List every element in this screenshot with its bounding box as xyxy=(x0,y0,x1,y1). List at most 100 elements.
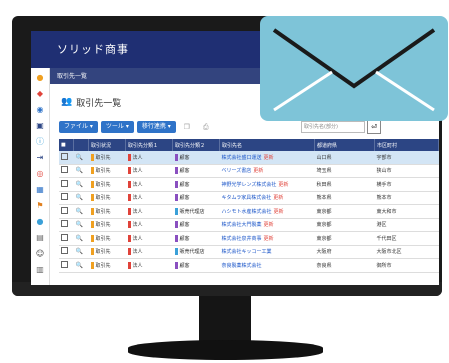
document-icon[interactable]: ▤ xyxy=(35,232,45,242)
table-row[interactable]: 🔍 取引先 法人 販売代理店 ハシモト水産株式会社 更新 東京都 東大和市 xyxy=(59,204,439,219)
city-cell: 横手市 xyxy=(374,177,439,192)
status-cell: 取引先 xyxy=(88,191,126,205)
view-icon[interactable]: 🔍 xyxy=(73,177,89,192)
table-row[interactable]: 🔍 取引先 法人 顧客 奈良製薬株式会社 奈良県 御所市 xyxy=(59,258,439,273)
view-icon[interactable]: 🔍 xyxy=(73,258,89,273)
header-name[interactable]: 取引先名 xyxy=(219,139,315,151)
view-icon[interactable]: 🔍 xyxy=(73,231,89,246)
city-cell: 東大和市 xyxy=(374,204,439,219)
table-row[interactable]: 🔍 取引先 法人 顧客 神野光学レンズ株式会社 更新 秋田県 横手市 xyxy=(59,177,439,192)
row-checkbox[interactable] xyxy=(59,191,74,205)
prefecture-cell: 奈良県 xyxy=(314,258,375,273)
header-prefecture[interactable]: 都道府県 xyxy=(314,139,375,151)
monitor-stand-neck xyxy=(199,296,251,344)
class2-cell: 販売代理店 xyxy=(172,245,220,259)
row-checkbox[interactable] xyxy=(59,164,74,178)
city-cell: 狭山市 xyxy=(374,164,439,178)
copy-icon[interactable]: ❐ xyxy=(179,121,195,133)
city-cell: 熊本市 xyxy=(374,191,439,205)
table-row[interactable]: 🔍 取引先 法人 顧客 株式会社盛口運送 更新 山口県 宇部市 xyxy=(59,151,439,165)
status-cell: 取引先 xyxy=(88,245,126,259)
class1-cell: 法人 xyxy=(125,204,173,219)
row-checkbox[interactable] xyxy=(59,258,74,273)
status-cell: 取引先 xyxy=(88,164,126,178)
target-icon[interactable]: ◎ xyxy=(35,168,45,178)
header-class1[interactable]: 取引先分類１ xyxy=(125,139,173,151)
person-icon[interactable]: ☺ xyxy=(35,248,45,258)
header-view xyxy=(73,139,89,151)
row-checkbox[interactable] xyxy=(59,204,74,219)
header-select[interactable]: ■ xyxy=(59,139,74,151)
view-icon[interactable]: 🔍 xyxy=(73,245,89,259)
tools-menu-button[interactable]: ツール ▾ xyxy=(100,121,134,133)
name-cell[interactable]: ベリーズ書店 更新 xyxy=(219,164,315,178)
row-checkbox[interactable] xyxy=(59,151,74,165)
archive-icon[interactable]: ▥ xyxy=(35,264,45,274)
table-row[interactable]: 🔍 取引先 法人 販売代理店 株式会社キッコー工業 大阪府 大阪市北区 xyxy=(59,245,439,259)
print-icon[interactable]: ⎙ xyxy=(198,121,214,133)
contacts-icon[interactable]: ▣ xyxy=(35,120,45,130)
header-status[interactable]: 取引状況 xyxy=(88,139,126,151)
name-cell[interactable]: 株式会社大門製薬 更新 xyxy=(219,218,315,232)
status-cell: 取引先 xyxy=(88,177,126,192)
view-icon[interactable]: 🔍 xyxy=(73,164,89,178)
globe-icon[interactable]: ● xyxy=(35,216,45,226)
name-cell[interactable]: 株式会社泉井商事 更新 xyxy=(219,231,315,246)
status-cell: 取引先 xyxy=(88,151,126,165)
mail-envelope-icon xyxy=(260,16,448,121)
view-icon[interactable]: 🔍 xyxy=(73,204,89,219)
name-cell[interactable]: 株式会社キッコー工業 xyxy=(219,245,315,259)
class2-cell: 顧客 xyxy=(172,218,220,232)
status-cell: 取引先 xyxy=(88,231,126,246)
monitor-stand-base xyxy=(128,340,323,360)
flag-icon[interactable]: ⚑ xyxy=(35,200,45,210)
name-cell[interactable]: 株式会社盛口運送 更新 xyxy=(219,151,315,165)
file-menu-button[interactable]: ファイル ▾ xyxy=(59,121,98,133)
name-cell[interactable]: キタムラ家具株式会社 更新 xyxy=(219,191,315,205)
table-row[interactable]: 🔍 取引先 法人 顧客 株式会社大門製薬 更新 東京都 港区 xyxy=(59,218,439,232)
name-cell[interactable]: 神野光学レンズ株式会社 更新 xyxy=(219,177,315,192)
search-input[interactable]: 取引先名(部分) xyxy=(301,121,365,133)
name-cell[interactable]: 奈良製薬株式会社 xyxy=(219,258,315,273)
city-cell: 大阪市北区 xyxy=(374,245,439,259)
table-row[interactable]: 🔍 取引先 法人 顧客 キタムラ家具株式会社 更新 熊本県 熊本市 xyxy=(59,191,439,205)
view-icon[interactable]: 🔍 xyxy=(73,191,89,205)
users-icon[interactable]: ◉ xyxy=(35,104,45,114)
table-row[interactable]: 🔍 取引先 法人 顧客 株式会社泉井商事 更新 東京都 千代田区 xyxy=(59,231,439,246)
search-button[interactable]: ⏎ xyxy=(367,120,381,134)
toolbar: ファイル ▾ ツール ▾ 移行連携 ▾ ❐ ⎙ xyxy=(59,121,214,133)
header-class2[interactable]: 取引先分類２ xyxy=(172,139,220,151)
class1-cell: 法人 xyxy=(125,151,173,165)
page-title: 取引先一覧 xyxy=(76,98,122,109)
row-checkbox[interactable] xyxy=(59,231,74,246)
home-icon[interactable]: ● xyxy=(35,72,45,82)
breadcrumb-item[interactable]: 取引先一覧 xyxy=(57,71,87,80)
chart-icon[interactable]: ◆ xyxy=(35,88,45,98)
class2-cell: 顧客 xyxy=(172,151,220,165)
class1-cell: 法人 xyxy=(125,191,173,205)
grid-icon[interactable]: ▦ xyxy=(35,184,45,194)
app-title: ソリッド商事 xyxy=(57,43,129,56)
city-cell: 港区 xyxy=(374,218,439,232)
flow-icon[interactable]: ⇥ xyxy=(35,152,45,162)
envelope-body xyxy=(260,16,448,121)
prefecture-cell: 熊本県 xyxy=(314,191,375,205)
view-icon[interactable]: 🔍 xyxy=(73,151,89,165)
city-cell: 宇部市 xyxy=(374,151,439,165)
status-cell: 取引先 xyxy=(88,204,126,219)
status-cell: 取引先 xyxy=(88,258,126,273)
row-checkbox[interactable] xyxy=(59,177,74,192)
row-checkbox[interactable] xyxy=(59,218,74,232)
class1-cell: 法人 xyxy=(125,218,173,232)
migration-menu-button[interactable]: 移行連携 ▾ xyxy=(136,121,176,133)
accounts-table: ■ 取引状況 取引先分類１ 取引先分類２ 取引先名 都道府県 市区町村 🔍 取引先… xyxy=(59,139,439,273)
class2-cell: 販売代理店 xyxy=(172,204,220,219)
name-cell[interactable]: ハシモト水産株式会社 更新 xyxy=(219,204,315,219)
view-icon[interactable]: 🔍 xyxy=(73,218,89,232)
info-icon[interactable]: ⓘ xyxy=(35,136,45,146)
table-row[interactable]: 🔍 取引先 法人 顧客 ベリーズ書店 更新 埼玉県 狭山市 xyxy=(59,164,439,178)
prefecture-cell: 山口県 xyxy=(314,151,375,165)
page-title-row: 👥 取引先一覧 xyxy=(61,94,121,110)
row-checkbox[interactable] xyxy=(59,245,74,259)
header-city[interactable]: 市区町村 xyxy=(374,139,439,151)
